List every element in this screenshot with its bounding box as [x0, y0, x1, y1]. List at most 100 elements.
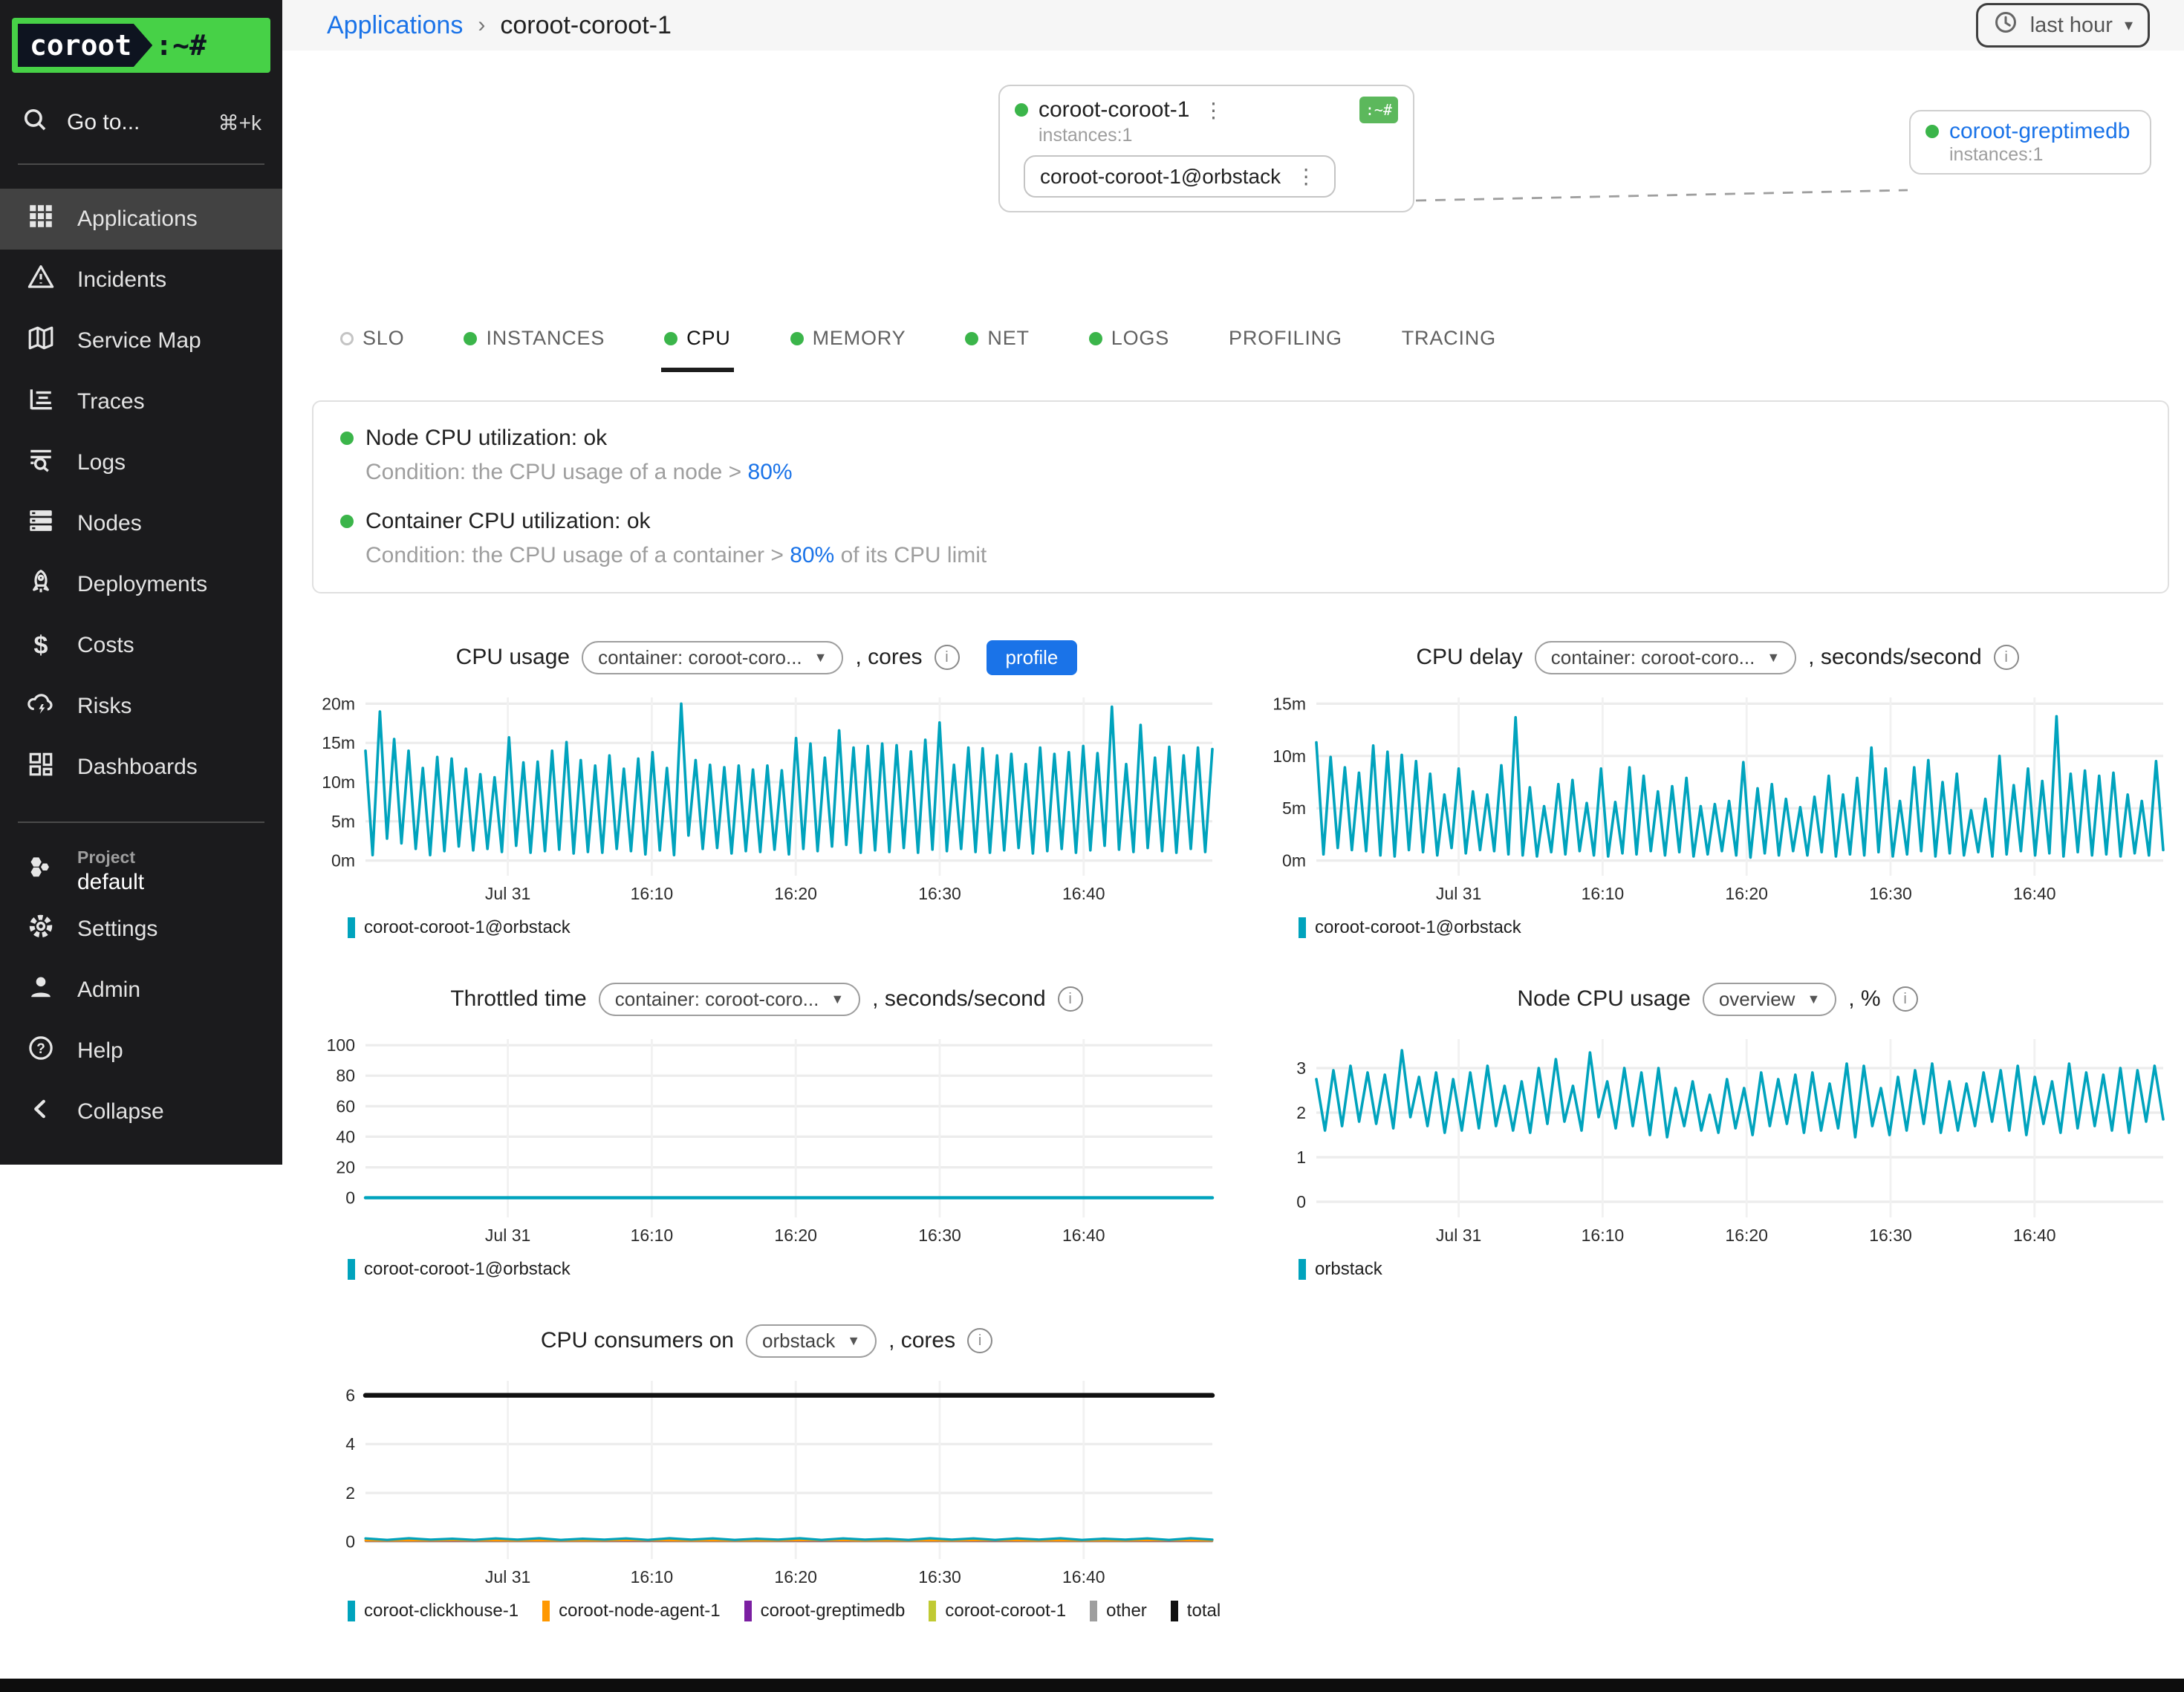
check-node-cpu: Node CPU utilization: ok Condition: the …: [340, 426, 2141, 485]
sidebar-item-logs[interactable]: Logs: [0, 432, 282, 493]
project-switcher[interactable]: Project default: [0, 847, 282, 896]
app-node-card: coroot-coroot-1 ⋮ :~# instances:1 coroot…: [998, 85, 1414, 212]
legend-item[interactable]: coroot-coroot-1@orbstack: [348, 1259, 571, 1280]
sidebar-item-nodes[interactable]: Nodes: [0, 493, 282, 554]
node-cpu-usage-plot[interactable]: 0123Jul 3116:1016:2016:3016:40: [1263, 1027, 2172, 1253]
goto-search[interactable]: Go to... ⌘+k: [21, 105, 261, 140]
svg-text:16:20: 16:20: [774, 1226, 817, 1245]
map-icon: [27, 324, 55, 358]
svg-text:100: 100: [327, 1035, 355, 1055]
legend-item[interactable]: other: [1090, 1601, 1147, 1621]
throttled-time-plot[interactable]: 020406080100Jul 3116:1016:2016:3016:40: [312, 1027, 1221, 1253]
sidebar-item-traces[interactable]: Traces: [0, 371, 282, 432]
cpu-usage-plot[interactable]: 0m5m10m15m20mJul 3116:1016:2016:3016:40: [312, 686, 1221, 911]
tab-logs[interactable]: LOGS: [1086, 318, 1172, 372]
legend-item[interactable]: coroot-coroot-1: [929, 1601, 1066, 1621]
sidebar-item-label: Costs: [77, 633, 134, 658]
kebab-menu-icon[interactable]: ⋮: [1200, 98, 1226, 123]
info-icon[interactable]: i: [1893, 986, 1918, 1012]
threshold-link[interactable]: 80%: [790, 543, 834, 567]
cpu-delay-plot[interactable]: 0m5m10m15mJul 3116:1016:2016:3016:40: [1263, 686, 2172, 911]
legend-item[interactable]: coroot-coroot-1@orbstack: [348, 917, 571, 938]
profile-button[interactable]: profile: [987, 640, 1078, 675]
legend-item[interactable]: coroot-greptimedb: [744, 1601, 906, 1621]
svg-text:Jul 31: Jul 31: [485, 1567, 530, 1587]
chart-title: CPU delay: [1416, 645, 1522, 670]
svg-text:16:40: 16:40: [1062, 1226, 1105, 1245]
svg-text:15m: 15m: [322, 733, 355, 752]
search-icon: [21, 105, 49, 140]
sidebar-item-settings[interactable]: Settings: [0, 899, 282, 960]
sidebar-item-label: Applications: [77, 206, 198, 232]
svg-text:80: 80: [336, 1066, 355, 1085]
sidebar-item-collapse[interactable]: Collapse: [0, 1081, 282, 1142]
status-dot: [1015, 103, 1028, 117]
storm-cloud-icon: [27, 689, 55, 723]
tab-label: LOGS: [1111, 327, 1169, 350]
check-container-cpu: Container CPU utilization: ok Condition:…: [340, 509, 2141, 568]
chart-unit: , seconds/second: [872, 986, 1045, 1012]
kebab-menu-icon[interactable]: ⋮: [1293, 164, 1319, 189]
series-selector-dropdown[interactable]: container: coroot-coro...▼: [1535, 641, 1796, 674]
chart-unit: , %: [1848, 986, 1880, 1012]
svg-text:0: 0: [345, 1532, 355, 1552]
sidebar-item-dashboards[interactable]: Dashboards: [0, 737, 282, 798]
time-range-picker[interactable]: last hour ▾: [1976, 3, 2150, 48]
sidebar-divider: [18, 821, 264, 823]
chart-cpu-consumers: CPU consumers on orbstack▼ , cores i 024…: [312, 1318, 1221, 1621]
series-selector-dropdown[interactable]: container: coroot-coro...▼: [582, 641, 843, 674]
dropdown-caret-icon: ▼: [814, 650, 828, 666]
main-content: Applications › coroot-coroot-1 last hour…: [282, 0, 2184, 1621]
instance-box[interactable]: coroot-coroot-1@orbstack ⋮: [1024, 155, 1336, 198]
sidebar-item-incidents[interactable]: Incidents: [0, 250, 282, 310]
tab-profiling[interactable]: PROFILING: [1226, 318, 1345, 372]
sidebar-item-risks[interactable]: Risks: [0, 676, 282, 737]
tab-cpu[interactable]: CPU: [661, 318, 733, 372]
sidebar-item-help[interactable]: ? Help: [0, 1021, 282, 1081]
series-selector-dropdown[interactable]: overview▼: [1703, 983, 1836, 1016]
dropdown-caret-icon: ▼: [1807, 992, 1820, 1007]
sidebar-item-service-map[interactable]: Service Map: [0, 310, 282, 371]
legend-item[interactable]: coroot-node-agent-1: [542, 1601, 720, 1621]
info-icon[interactable]: i: [1994, 645, 2019, 670]
svg-text:16:30: 16:30: [918, 1567, 961, 1587]
svg-text:16:20: 16:20: [1725, 1226, 1768, 1245]
sidebar-item-label: Collapse: [77, 1099, 164, 1125]
sidebar: coroot :~# Go to... ⌘+k Ap: [0, 0, 282, 1165]
tab-slo[interactable]: SLO: [337, 318, 407, 372]
sidebar-item-costs[interactable]: $ Costs: [0, 615, 282, 676]
legend-item[interactable]: orbstack: [1299, 1259, 1382, 1280]
tab-instances[interactable]: INSTANCES: [461, 318, 608, 372]
legend-item[interactable]: coroot-coroot-1@orbstack: [1299, 917, 1521, 938]
chart-throttled-time: Throttled time container: coroot-coro...…: [312, 977, 1221, 1280]
tab-status-dot: [965, 332, 978, 345]
svg-text:60: 60: [336, 1096, 355, 1116]
coroot-logo[interactable]: coroot :~#: [12, 18, 270, 73]
info-icon[interactable]: i: [967, 1328, 992, 1353]
sidebar-item-label: Dashboards: [77, 755, 198, 780]
node-selector-dropdown[interactable]: orbstack▼: [746, 1324, 877, 1358]
svg-text:16:20: 16:20: [1725, 884, 1768, 903]
cpu-consumers-plot[interactable]: 0246Jul 3116:1016:2016:3016:40: [312, 1369, 1221, 1595]
series-selector-dropdown[interactable]: container: coroot-coro...▼: [599, 983, 860, 1016]
legend-item[interactable]: total: [1171, 1601, 1221, 1621]
svg-text:16:40: 16:40: [2013, 884, 2056, 903]
legend-item[interactable]: coroot-clickhouse-1: [348, 1601, 519, 1621]
svg-text:16:30: 16:30: [918, 1226, 961, 1245]
sidebar-item-admin[interactable]: Admin: [0, 960, 282, 1021]
tab-net[interactable]: NET: [962, 318, 1032, 372]
tab-memory[interactable]: MEMORY: [787, 318, 909, 372]
terminal-badge[interactable]: :~#: [1359, 97, 1398, 123]
threshold-link[interactable]: 80%: [748, 460, 793, 484]
sidebar-item-applications[interactable]: Applications: [0, 189, 282, 250]
status-dot: [1925, 125, 1939, 138]
breadcrumb-applications-link[interactable]: Applications: [327, 11, 463, 40]
info-icon[interactable]: i: [1058, 986, 1083, 1012]
sidebar-item-deployments[interactable]: Deployments: [0, 554, 282, 615]
tab-tracing[interactable]: TRACING: [1399, 318, 1499, 372]
svg-text:16:10: 16:10: [631, 1226, 674, 1245]
info-icon[interactable]: i: [935, 645, 960, 670]
dollar-icon: $: [27, 631, 55, 660]
linked-node-link[interactable]: coroot-greptimedb: [1949, 119, 2130, 144]
svg-text:5m: 5m: [1282, 798, 1306, 818]
